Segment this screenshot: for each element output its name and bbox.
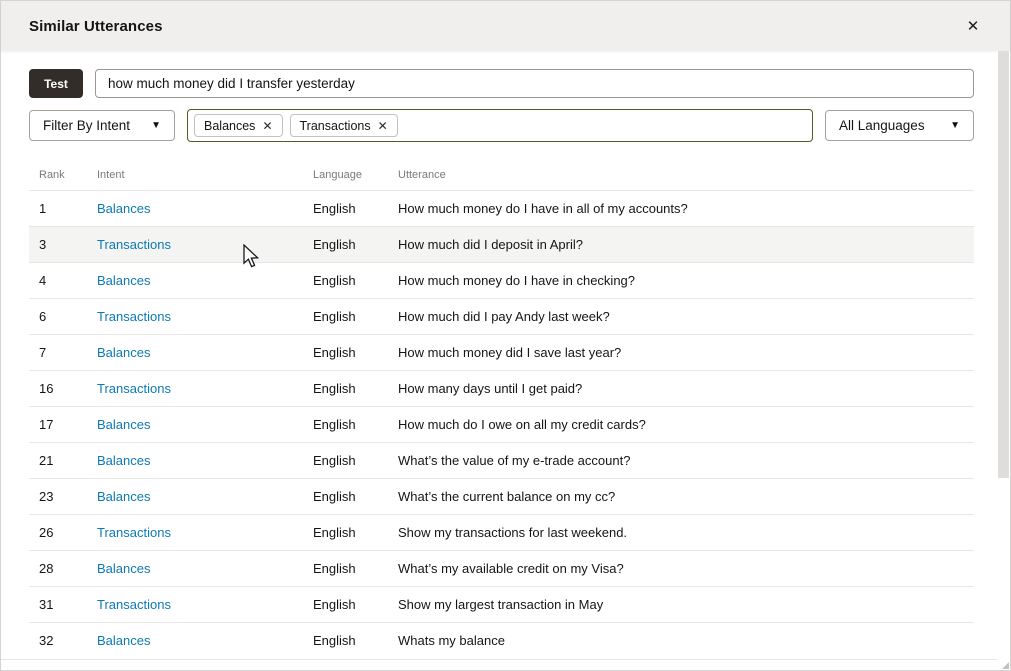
chip-remove-icon[interactable]: ✕	[262, 119, 272, 133]
utterance-cell: How much did I pay Andy last week?	[398, 309, 974, 324]
results-table: Rank Intent Language Utterance 1 Balance…	[29, 160, 974, 658]
table-row[interactable]: 3 Transactions English How much did I de…	[29, 226, 974, 262]
language-cell: English	[313, 525, 398, 540]
table-row[interactable]: 16 Transactions English How many days un…	[29, 370, 974, 406]
chevron-down-icon: ▼	[950, 120, 960, 131]
toolbar: Test Filter By Intent ▼ Balances ✕ Trans…	[1, 51, 1010, 142]
rank-cell: 28	[39, 561, 97, 576]
intent-link[interactable]: Balances	[97, 417, 313, 432]
chip-remove-icon[interactable]: ✕	[378, 119, 388, 133]
intent-link[interactable]: Transactions	[97, 309, 313, 324]
close-icon[interactable]: ✕	[958, 11, 988, 41]
intent-link[interactable]: Balances	[97, 201, 313, 216]
intent-link[interactable]: Transactions	[97, 381, 313, 396]
intent-filter-label: Filter By Intent	[43, 118, 130, 133]
language-filter-dropdown[interactable]: All Languages ▼	[825, 110, 974, 141]
filter-row: Filter By Intent ▼ Balances ✕ Transactio…	[29, 110, 974, 142]
chip-label: Balances	[204, 119, 255, 133]
table-row[interactable]: 17 Balances English How much do I owe on…	[29, 406, 974, 442]
dialog-header: Similar Utterances ✕	[1, 1, 1010, 51]
test-row: Test	[29, 69, 974, 98]
intent-link[interactable]: Transactions	[97, 525, 313, 540]
utterance-input[interactable]	[95, 69, 974, 98]
language-filter-label: All Languages	[839, 118, 925, 133]
intent-link[interactable]: Transactions	[97, 237, 313, 252]
utterance-cell: How much did I deposit in April?	[398, 237, 974, 252]
resize-grip-icon[interactable]	[1002, 662, 1009, 669]
table-row[interactable]: 6 Transactions English How much did I pa…	[29, 298, 974, 334]
test-button[interactable]: Test	[29, 69, 83, 98]
intent-link[interactable]: Balances	[97, 489, 313, 504]
language-cell: English	[313, 273, 398, 288]
table-row[interactable]: 31 Transactions English Show my largest …	[29, 586, 974, 622]
language-cell: English	[313, 201, 398, 216]
table-row[interactable]: 32 Balances English Whats my balance	[29, 622, 974, 658]
table-body: 1 Balances English How much money do I h…	[29, 190, 974, 658]
intent-chip-transactions: Transactions ✕	[290, 114, 398, 137]
rank-cell: 16	[39, 381, 97, 396]
table-bottom-divider	[1, 659, 1010, 660]
intent-filter-dropdown[interactable]: Filter By Intent ▼	[29, 110, 175, 141]
utterance-cell: Whats my balance	[398, 633, 974, 648]
utterance-cell: How much money did I save last year?	[398, 345, 974, 360]
table-row[interactable]: 21 Balances English What’s the value of …	[29, 442, 974, 478]
rank-cell: 6	[39, 309, 97, 324]
language-cell: English	[313, 633, 398, 648]
utterance-cell: How much do I owe on all my credit cards…	[398, 417, 974, 432]
rank-cell: 23	[39, 489, 97, 504]
language-cell: English	[313, 309, 398, 324]
rank-cell: 1	[39, 201, 97, 216]
language-cell: English	[313, 237, 398, 252]
utterance-cell: How much money do I have in checking?	[398, 273, 974, 288]
language-cell: English	[313, 345, 398, 360]
intent-chips-input[interactable]: Balances ✕ Transactions ✕	[187, 109, 813, 142]
intent-link[interactable]: Balances	[97, 345, 313, 360]
rank-cell: 26	[39, 525, 97, 540]
rank-cell: 17	[39, 417, 97, 432]
utterance-cell: How much money do I have in all of my ac…	[398, 201, 974, 216]
language-cell: English	[313, 381, 398, 396]
table-row[interactable]: 23 Balances English What’s the current b…	[29, 478, 974, 514]
table-row[interactable]: 28 Balances English What’s my available …	[29, 550, 974, 586]
rank-cell: 3	[39, 237, 97, 252]
dialog-title: Similar Utterances	[29, 18, 163, 35]
scrollbar-thumb[interactable]	[998, 51, 1009, 478]
chip-label: Transactions	[300, 119, 371, 133]
utterance-cell: Show my transactions for last weekend.	[398, 525, 974, 540]
language-cell: English	[313, 597, 398, 612]
intent-link[interactable]: Balances	[97, 453, 313, 468]
rank-cell: 32	[39, 633, 97, 648]
table-row[interactable]: 26 Transactions English Show my transact…	[29, 514, 974, 550]
intent-chip-balances: Balances ✕	[194, 114, 283, 137]
rank-cell: 7	[39, 345, 97, 360]
table-row[interactable]: 1 Balances English How much money do I h…	[29, 190, 974, 226]
intent-link[interactable]: Transactions	[97, 597, 313, 612]
column-header-language: Language	[313, 169, 398, 181]
language-cell: English	[313, 489, 398, 504]
table-row[interactable]: 4 Balances English How much money do I h…	[29, 262, 974, 298]
column-header-intent: Intent	[97, 169, 313, 181]
language-cell: English	[313, 453, 398, 468]
vertical-scrollbar[interactable]	[997, 51, 1010, 670]
rank-cell: 21	[39, 453, 97, 468]
language-cell: English	[313, 417, 398, 432]
rank-cell: 31	[39, 597, 97, 612]
column-header-rank: Rank	[39, 169, 97, 181]
language-cell: English	[313, 561, 398, 576]
utterance-cell: What’s the value of my e-trade account?	[398, 453, 974, 468]
utterance-cell: Show my largest transaction in May	[398, 597, 974, 612]
column-header-utterance: Utterance	[398, 169, 974, 181]
utterance-cell: What’s my available credit on my Visa?	[398, 561, 974, 576]
table-header-row: Rank Intent Language Utterance	[29, 160, 974, 190]
chevron-down-icon: ▼	[151, 120, 161, 131]
rank-cell: 4	[39, 273, 97, 288]
intent-link[interactable]: Balances	[97, 633, 313, 648]
intent-link[interactable]: Balances	[97, 561, 313, 576]
utterance-cell: What’s the current balance on my cc?	[398, 489, 974, 504]
utterance-cell: How many days until I get paid?	[398, 381, 974, 396]
table-row[interactable]: 7 Balances English How much money did I …	[29, 334, 974, 370]
intent-link[interactable]: Balances	[97, 273, 313, 288]
